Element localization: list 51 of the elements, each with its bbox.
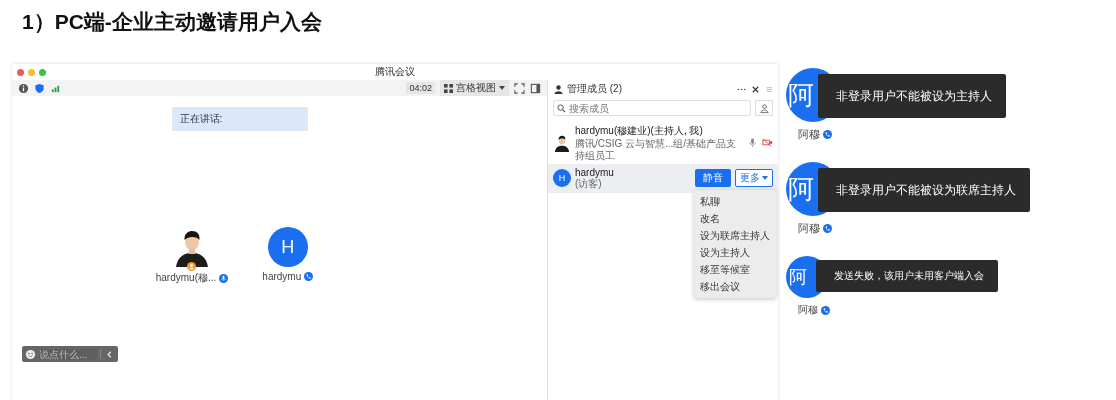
toast-message: 非登录用户不能被设为主持人	[818, 74, 1006, 118]
toast-message: 非登录用户不能被设为联席主持人	[818, 168, 1030, 212]
host-badge-icon	[187, 262, 197, 271]
caret-icon	[499, 86, 505, 90]
mute-button[interactable]: 静音	[695, 169, 731, 188]
fullscreen-icon[interactable]	[514, 82, 525, 94]
window-title: 腾讯会议	[374, 65, 416, 79]
camera-off-icon[interactable]	[762, 137, 773, 148]
toast-message: 发送失败，该用户未用客户端入会	[816, 260, 998, 292]
phone-icon	[823, 224, 832, 233]
sidebar-icon[interactable]	[530, 82, 541, 94]
person-icon	[553, 83, 564, 95]
caret-icon	[762, 176, 768, 181]
close-button[interactable]	[17, 68, 24, 76]
search-icon	[557, 103, 566, 113]
member-subtitle: (访客)	[575, 178, 603, 190]
view-mode-dropdown[interactable]: 宫格视图	[440, 80, 509, 96]
menu-item[interactable]: 移至等候室	[694, 261, 776, 278]
zoom-button[interactable]	[39, 68, 46, 76]
microphone-icon[interactable]	[747, 137, 758, 148]
emoji-icon[interactable]	[25, 348, 36, 360]
panel-title: 管理成员 (2)	[567, 82, 622, 96]
participant-name: hardymu(穆...	[155, 271, 217, 285]
member-avatar: H	[553, 169, 571, 188]
phone-icon	[821, 305, 830, 315]
call-timer: 04:02	[406, 82, 435, 94]
invite-button[interactable]	[755, 100, 773, 116]
menu-item[interactable]: 设为联席主持人	[694, 227, 776, 244]
menu-item[interactable]: 设为主持人	[694, 244, 776, 261]
user-avatar: H	[267, 227, 308, 267]
person-icon	[758, 102, 770, 114]
menu-item[interactable]: 移出会议	[694, 278, 776, 295]
phone-icon	[823, 130, 832, 139]
speaking-banner: 正在讲话:	[171, 107, 308, 131]
shield-icon[interactable]	[34, 82, 45, 94]
member-name: hardymu	[575, 167, 615, 178]
participant-name: hardymu	[262, 271, 302, 282]
more-dropdown-button[interactable]: 更多	[735, 169, 773, 188]
grid-icon	[444, 83, 453, 93]
member-name: hardymu(穆建业)(主持人, 我)	[575, 124, 704, 138]
chat-input-field[interactable]: 说点什么...	[39, 348, 97, 360]
page-heading: 1）PC端-企业主动邀请用户入会	[21, 9, 323, 35]
participant-name: 阿穆	[798, 303, 818, 317]
info-icon[interactable]	[18, 82, 29, 94]
menu-item[interactable]: 改名	[694, 210, 776, 227]
search-field[interactable]: 搜索成员	[553, 100, 751, 116]
participant-name: 阿穆	[798, 127, 820, 142]
member-subtitle: 腾讯/CSIG 云与智慧...组/基础产品支持组员工	[575, 138, 738, 161]
member-row[interactable]: hardymu(穆建业)(主持人, 我) 腾讯/CSIG 云与智慧...组/基础产品支持组员工	[548, 121, 778, 164]
participant-name: 阿穆	[798, 221, 820, 236]
menu-item[interactable]: 私聊	[694, 193, 776, 210]
